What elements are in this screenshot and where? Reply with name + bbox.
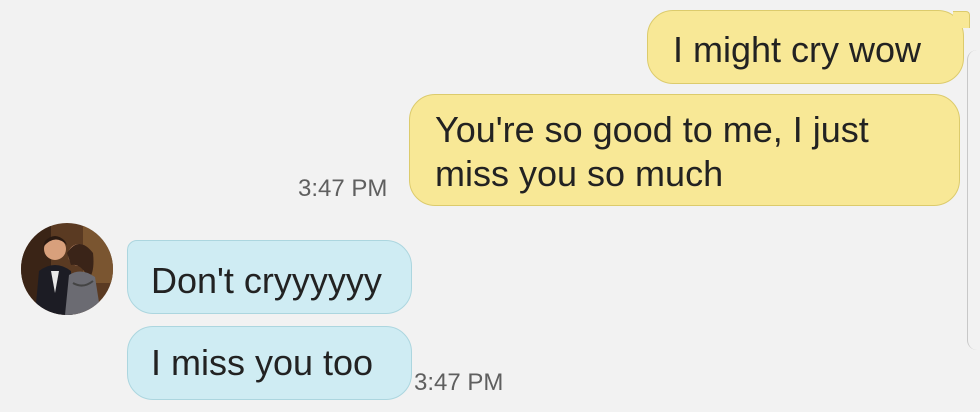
received-message-bubble[interactable]: I miss you too: [127, 326, 412, 400]
received-message-bubble[interactable]: Don't cryyyyyy: [127, 240, 412, 314]
message-timestamp: 3:47 PM: [298, 175, 388, 202]
scrollbar-edge[interactable]: [967, 50, 980, 350]
sent-message-bubble[interactable]: You're so good to me, I just miss you so…: [409, 94, 960, 206]
message-timestamp: 3:47 PM: [414, 369, 504, 396]
contact-photo-icon: [21, 223, 113, 315]
contact-avatar[interactable]: [21, 223, 113, 315]
sent-message-bubble[interactable]: I might cry wow: [647, 10, 970, 84]
